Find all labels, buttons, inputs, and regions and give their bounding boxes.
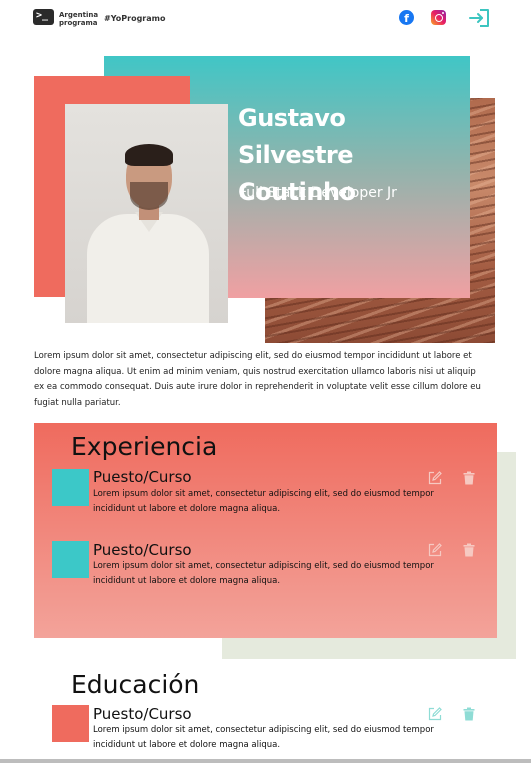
trash-icon[interactable] [462, 707, 476, 721]
education-item-thumbnail [52, 705, 89, 742]
trash-icon[interactable] [462, 543, 476, 557]
profile-photo [65, 104, 228, 323]
experience-item-thumbnail [52, 469, 89, 506]
edit-icon[interactable] [428, 543, 442, 557]
logo-glyph: >_ [36, 10, 49, 21]
facebook-icon[interactable]: f [399, 10, 414, 25]
experience-heading: Experiencia [71, 432, 218, 461]
edit-icon[interactable] [428, 707, 442, 721]
experience-item-title: Puesto/Curso [93, 468, 192, 486]
education-heading: Educación [71, 670, 200, 699]
edit-icon[interactable] [428, 471, 442, 485]
photo-hair [125, 144, 173, 166]
profile-role: Full Stack Developer Jr [239, 185, 397, 201]
experience-item-description: Lorem ipsum dolor sit amet, consectetur … [93, 489, 434, 514]
logo-line-1: Argentina [59, 11, 99, 19]
login-icon[interactable] [467, 8, 491, 28]
education-item-description: Lorem ipsum dolor sit amet, consectetur … [93, 725, 434, 750]
terminal-logo-icon[interactable]: >_ [33, 9, 54, 25]
hashtag-label: #YoProgramo [104, 14, 166, 23]
bottom-scroll-edge [0, 759, 531, 763]
instagram-icon[interactable] [431, 10, 446, 25]
about-text: Lorem ipsum dolor sit amet, consectetur … [34, 351, 481, 408]
top-navbar: >_ Argentina programa #YoProgramo f [0, 0, 531, 40]
photo-beard [130, 182, 168, 210]
trash-icon[interactable] [462, 471, 476, 485]
experience-item-description: Lorem ipsum dolor sit amet, consectetur … [93, 561, 434, 586]
logo-line-2: programa [59, 19, 98, 27]
experience-item-title: Puesto/Curso [93, 541, 192, 559]
experience-item-thumbnail [52, 541, 89, 578]
facebook-glyph: f [404, 12, 409, 25]
education-item-title: Puesto/Curso [93, 705, 192, 723]
argentina-programa-logo[interactable]: Argentina programa [59, 11, 98, 27]
